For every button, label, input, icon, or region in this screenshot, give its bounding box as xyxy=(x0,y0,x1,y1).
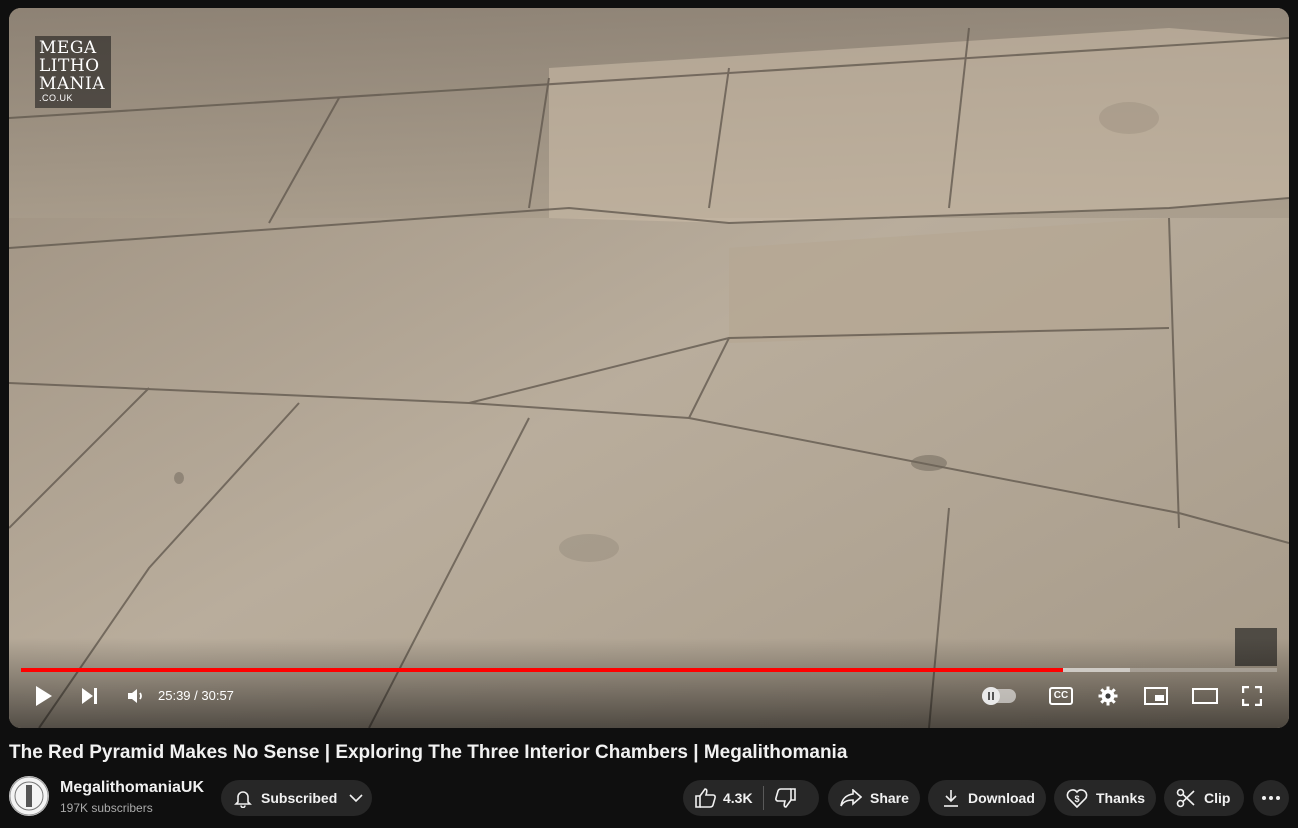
autoplay-knob xyxy=(982,687,1000,705)
time-display: 25:39 / 30:57 xyxy=(158,688,234,703)
share-button[interactable]: Share xyxy=(828,780,920,816)
clip-label: Clip xyxy=(1204,790,1231,806)
subscribed-label: Subscribed xyxy=(261,790,338,806)
channel-logo-icon xyxy=(9,776,49,816)
clip-button[interactable]: Clip xyxy=(1164,780,1244,816)
volume-button[interactable] xyxy=(120,680,152,712)
volume-icon xyxy=(128,689,142,703)
pause-icon xyxy=(988,692,994,700)
subscriber-count: 197K subscribers xyxy=(60,801,153,815)
like-button[interactable]: 4.3K xyxy=(695,788,753,808)
svg-text:$: $ xyxy=(1074,794,1079,804)
thumbs-up-icon xyxy=(695,788,716,808)
fullscreen-icon xyxy=(1242,686,1262,706)
theater-mode-button[interactable] xyxy=(1188,680,1222,712)
gear-icon xyxy=(1098,686,1118,706)
chevron-down-icon xyxy=(349,793,363,803)
dislike-button[interactable] xyxy=(774,788,796,808)
scissors-icon xyxy=(1176,788,1196,808)
channel-watermark-logo: MEGA LITHO MANIA .CO.UK xyxy=(35,36,111,108)
thumbs-down-icon xyxy=(774,788,796,808)
more-horizontal-icon xyxy=(1262,796,1280,800)
video-player[interactable]: MEGA LITHO MANIA .CO.UK xyxy=(9,8,1289,728)
download-label: Download xyxy=(968,790,1035,806)
cc-icon: CC xyxy=(1048,687,1074,705)
miniplayer-icon xyxy=(1144,687,1168,705)
play-button[interactable] xyxy=(28,680,60,712)
thanks-heart-icon: $ xyxy=(1066,788,1088,808)
play-icon xyxy=(36,686,52,706)
fullscreen-button[interactable] xyxy=(1236,680,1268,712)
subscribed-button[interactable]: Subscribed xyxy=(221,780,372,816)
more-actions-button[interactable] xyxy=(1253,780,1289,816)
share-icon xyxy=(840,789,862,807)
subtitles-button[interactable]: CC xyxy=(1044,680,1078,712)
bell-icon xyxy=(233,788,253,808)
video-frame[interactable] xyxy=(9,8,1289,728)
channel-avatar[interactable] xyxy=(9,776,49,816)
like-count: 4.3K xyxy=(723,790,753,806)
miniplayer-button[interactable] xyxy=(1140,680,1172,712)
share-label: Share xyxy=(870,790,909,806)
theater-icon xyxy=(1192,688,1218,704)
settings-button[interactable] xyxy=(1092,680,1124,712)
next-icon xyxy=(82,688,97,704)
thanks-label: Thanks xyxy=(1096,790,1146,806)
video-title: The Red Pyramid Makes No Sense | Explori… xyxy=(9,742,848,763)
next-button[interactable] xyxy=(74,680,106,712)
download-button[interactable]: Download xyxy=(928,780,1046,816)
autoplay-toggle[interactable] xyxy=(982,687,1016,705)
played-bar xyxy=(21,668,1064,672)
channel-name[interactable]: MegalithomaniaUK xyxy=(60,779,204,797)
like-divider xyxy=(762,786,764,810)
download-icon xyxy=(942,789,960,807)
like-dislike-group: 4.3K xyxy=(683,780,819,816)
thanks-button[interactable]: $ Thanks xyxy=(1054,780,1156,816)
progress-bar[interactable] xyxy=(21,668,1277,672)
